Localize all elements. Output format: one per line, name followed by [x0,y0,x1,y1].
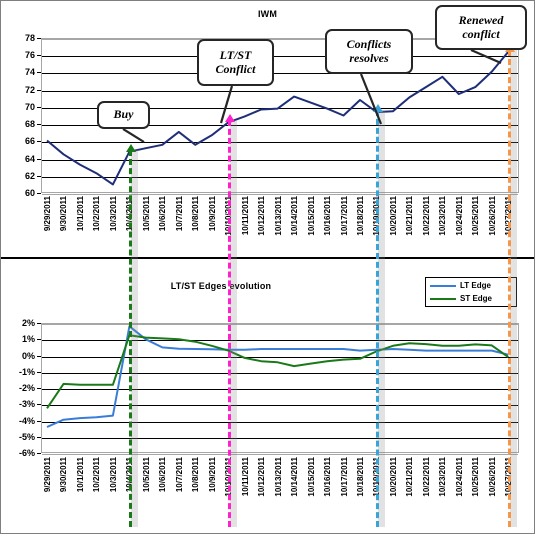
legend-label-st-edge: ST Edge [460,294,493,303]
vline-lt-st-conflict [228,120,232,527]
vline-conflicts-resolves [376,110,380,527]
edges-chart-panel: LT/ST Edges evolution 2% 1% 0% -1% -2% -3% -4%… [1,257,534,533]
vline-conflicts-resolves-arrowhead [372,104,383,113]
legend-item-lt-edge: LT Edge [430,281,512,290]
vline-renewed-conflict-shadow [510,49,518,527]
callout-conflicts-resolves-line2: resolves [349,50,389,65]
callout-conflicts-resolves-line1: Conflicts [346,36,392,51]
vline-buy-arrowhead [125,143,136,152]
callout-conflicts-resolves: Conflicts resolves [325,29,413,74]
callout-buy-label: Buy [113,107,134,122]
legend-swatch-st-edge [430,297,456,300]
vline-conflicts-resolves-shadow [378,110,386,527]
vline-buy-shadow [131,149,139,527]
vline-lt-st-conflict-shadow [230,120,238,527]
vline-renewed-conflict [508,49,512,527]
callout-renewed-conflict-line1: Renewed [458,12,504,27]
legend-label-lt-edge: LT Edge [460,281,491,290]
callout-lt-st-conflict-line2: Conflict [215,61,256,76]
legend-item-st-edge: ST Edge [430,294,512,303]
vline-buy [129,149,133,527]
chart-figure: IWM 78 76 74 72 70 68 66 64 62 60 9/29/2011 9/30/2… [0,0,535,534]
vline-lt-st-conflict-arrowhead [224,114,235,123]
callout-buy: Buy [97,101,150,129]
callout-renewed-conflict: Renewed conflict [435,5,527,50]
legend-swatch-lt-edge [430,284,456,287]
callout-renewed-conflict-line2: conflict [462,26,500,41]
callout-lt-st-conflict: LT/ST Conflict [197,39,274,86]
callout-lt-st-conflict-line1: LT/ST [219,47,252,62]
chart-legend: LT Edge ST Edge [425,277,517,307]
